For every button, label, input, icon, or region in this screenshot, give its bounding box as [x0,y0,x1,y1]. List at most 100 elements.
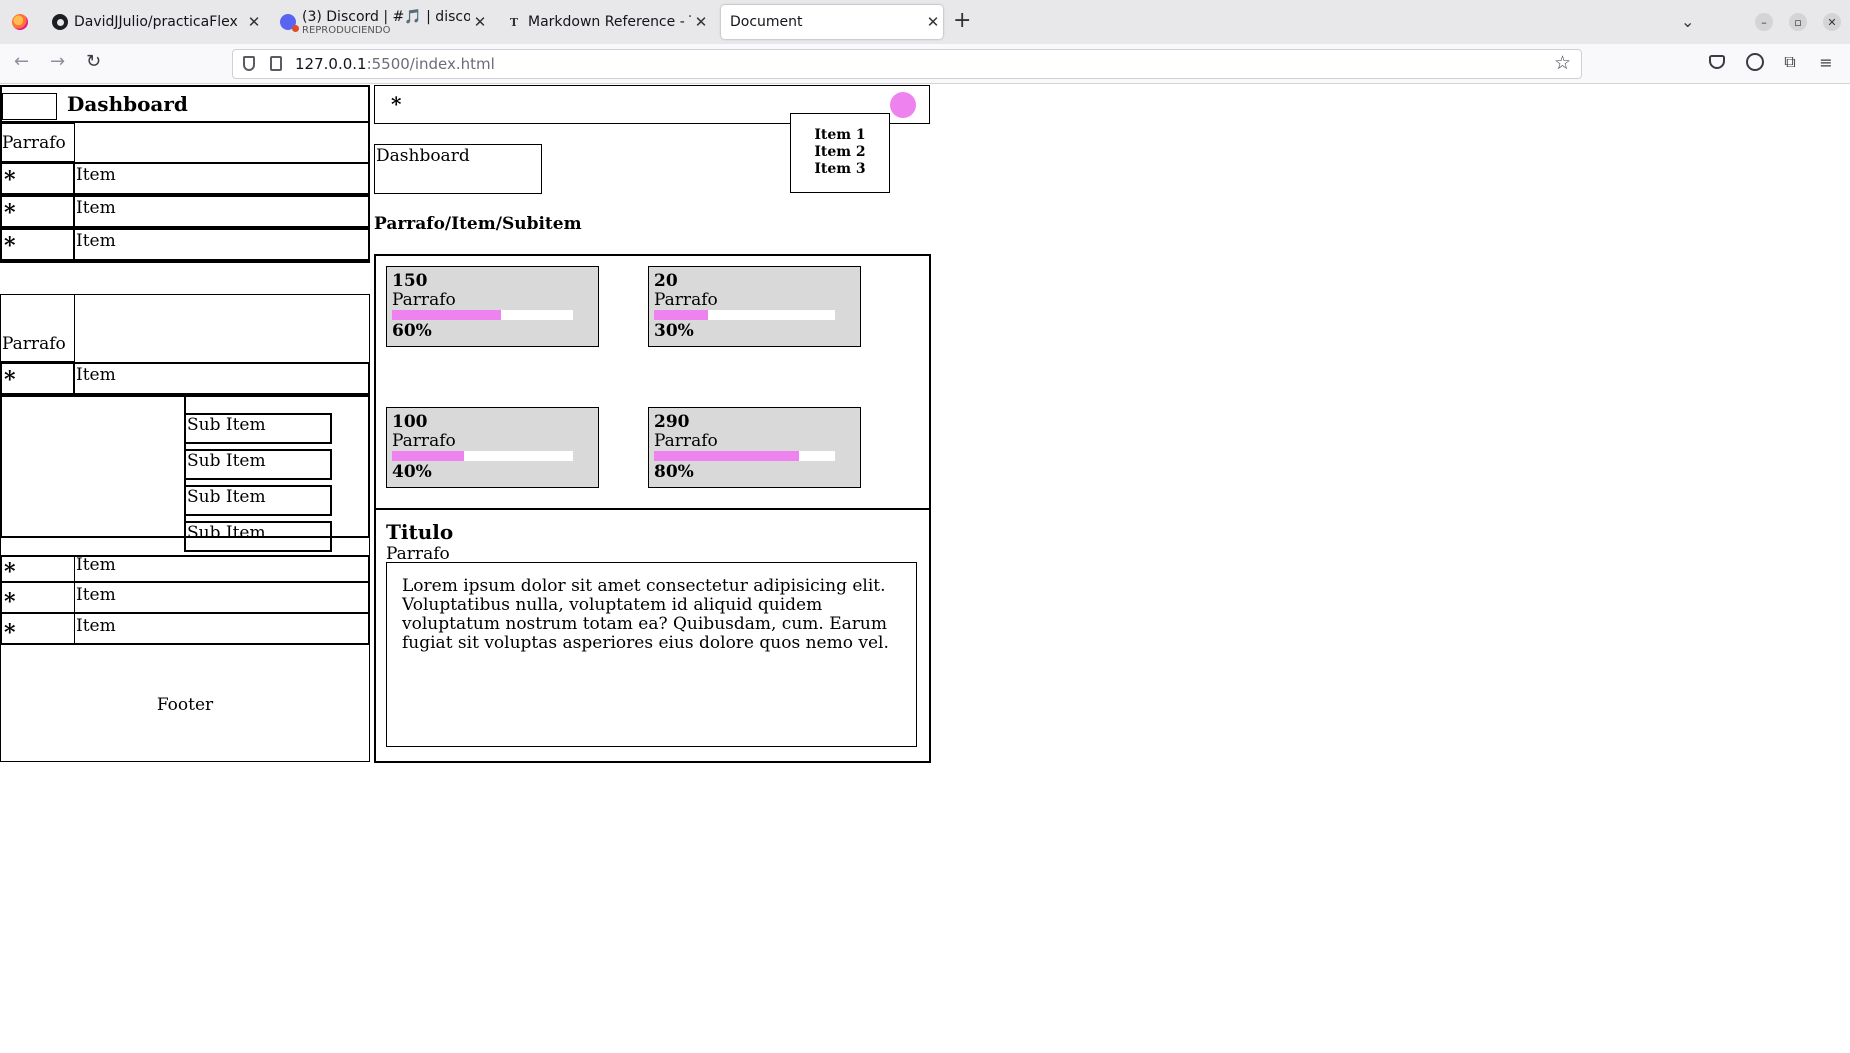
article-body: Lorem ipsum dolor sit amet consectetur a… [386,562,917,747]
item-label: Item [76,585,116,605]
item-marker: * [4,233,16,259]
item-label: Item [76,365,116,385]
github-icon [52,14,68,30]
breadcrumb: Parrafo/Item/Subitem [374,214,582,234]
avatar[interactable] [890,92,916,118]
card-label: Parrafo [654,431,718,451]
url-path: :5500/index.html [366,55,495,73]
item-label: Item [76,165,116,185]
typora-icon: T [509,15,519,29]
list-all-tabs-icon[interactable]: ⌄ [1681,12,1694,31]
bookmark-star-icon[interactable]: ☆ [1554,52,1571,74]
cards-panel: 150 Parrafo 60% 20 Parrafo 30% 100 Parra… [374,254,931,508]
section-2-parrafo: Parrafo [2,334,66,354]
sub-item-label: Sub Item [187,451,266,471]
item-label: Item [76,198,116,218]
card-value: 290 [654,412,690,432]
progress-bar [392,310,573,320]
progress-bar [654,451,835,461]
extensions-icon[interactable]: ⧉ [1781,52,1799,71]
tab-discord[interactable]: (3) Discord | #🎵 | discord REPRODUCIENDO… [272,5,490,39]
progress-fill [654,310,709,320]
page-title-box: Dashboard [374,144,542,194]
page-viewport: Dashboard Parrafo * Item * Item * Item P… [0,84,1850,1053]
reload-icon[interactable]: ↻ [86,52,101,72]
navigation-toolbar: ← → ↻ 127.0.0.1:5500/index.html ☆ ⧉ ≡ [0,44,1850,84]
shield-icon[interactable] [243,56,255,71]
menu-icon[interactable]: ≡ [1817,53,1835,72]
sub-item-label: Sub Item [187,415,266,435]
footer: Footer [156,695,214,715]
close-icon[interactable]: ✕ [244,13,264,31]
item-marker: * [4,620,16,646]
progress-bar [654,310,835,320]
card-percent: 30% [654,321,694,341]
stat-card: 100 Parrafo 40% [386,407,599,488]
sidebar: Dashboard Parrafo * Item * Item * Item P… [0,85,370,762]
card-value: 100 [392,412,428,432]
firefox-icon[interactable] [12,14,28,30]
progress-fill [392,310,501,320]
restore-button[interactable]: ▫ [1789,13,1807,31]
minimize-button[interactable]: – [1755,13,1773,31]
progress-bar [392,451,573,461]
card-value: 20 [654,271,678,291]
close-icon[interactable]: ✕ [691,13,711,31]
card-percent: 60% [392,321,432,341]
sidebar-logo-box [2,93,57,120]
article-title: Titulo [386,520,454,544]
tab-github[interactable]: DavidJJulio/practicaFlex ✕ [44,5,264,39]
user-dropdown: Item 1 Item 2 Item 3 [790,113,890,193]
tab-strip: DavidJJulio/practicaFlex ✕ (3) Discord |… [0,0,1850,44]
item-label: Item [76,616,116,636]
card-label: Parrafo [654,290,718,310]
card-label: Parrafo [392,431,456,451]
dropdown-item-1[interactable]: Item 1 [791,127,889,144]
tab-playing-status: REPRODUCIENDO [302,24,391,36]
address-bar[interactable]: 127.0.0.1:5500/index.html ☆ [232,49,1582,79]
item-marker: * [4,559,16,585]
pocket-icon[interactable] [1709,55,1725,69]
stat-card: 290 Parrafo 80% [648,407,861,488]
item-label: Item [76,231,116,251]
card-label: Parrafo [392,290,456,310]
discord-icon [280,14,299,32]
forward-arrow-icon[interactable]: → [50,52,65,72]
progress-fill [654,451,799,461]
tab-title: (3) Discord | #🎵 | discord [302,8,470,25]
tab-markdown-reference[interactable]: T Markdown Reference - Ty ✕ [498,5,711,39]
sidebar-title: Dashboard [67,92,188,116]
close-window-button[interactable]: ✕ [1823,13,1841,31]
card-value: 150 [392,271,428,291]
dropdown-item-3[interactable]: Item 3 [791,161,889,178]
new-tab-button[interactable]: + [953,10,971,32]
item-label: Item [76,555,116,575]
sub-item-label: Sub Item [187,523,266,543]
stat-card: 20 Parrafo 30% [648,266,861,347]
tab-title: Markdown Reference - Ty [528,14,691,30]
item-marker: * [4,167,16,193]
section-1-parrafo: Parrafo [2,133,66,153]
close-icon[interactable]: ✕ [923,13,943,31]
card-percent: 40% [392,462,432,482]
item-marker: * [4,367,16,393]
card-percent: 80% [654,462,694,482]
item-marker: * [4,200,16,226]
tab-title: Document [730,14,803,30]
sub-item-label: Sub Item [187,487,266,507]
back-arrow-icon[interactable]: ← [14,52,29,72]
url-text[interactable]: 127.0.0.1:5500/index.html [295,55,495,73]
stat-card: 150 Parrafo 60% [386,266,599,347]
item-marker: * [4,589,16,615]
tab-document[interactable]: Document ✕ [721,5,943,39]
progress-fill [392,451,465,461]
article-subtitle: Parrafo [386,544,450,564]
dropdown-item-2[interactable]: Item 2 [791,144,889,161]
url-host: 127.0.0.1 [295,55,367,73]
page-info-icon[interactable] [270,56,282,71]
menu-toggle[interactable]: * [391,92,401,116]
article-panel: Titulo Parrafo Lorem ipsum dolor sit ame… [374,508,931,763]
close-icon[interactable]: ✕ [470,13,490,31]
tab-title: DavidJJulio/practicaFlex [74,14,238,30]
account-icon[interactable] [1746,53,1764,71]
